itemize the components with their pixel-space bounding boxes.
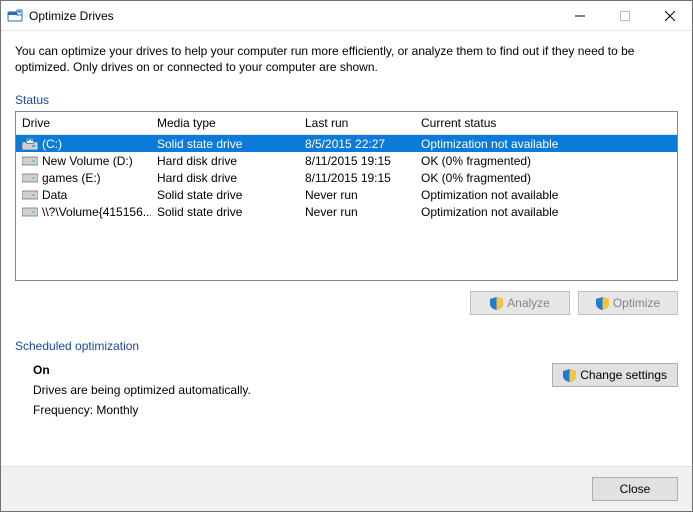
table-body: (C:)Solid state drive8/5/2015 22:27Optim… — [16, 135, 677, 220]
intro-text: You can optimize your drives to help you… — [15, 43, 678, 75]
drive-label: New Volume (D:) — [42, 154, 133, 168]
cell-media: Solid state drive — [151, 205, 299, 219]
analyze-label: Analyze — [507, 296, 550, 310]
col-header-status[interactable]: Current status — [415, 112, 677, 134]
scheduled-line1: Drives are being optimized automatically… — [33, 383, 532, 397]
cell-drive: New Volume (D:) — [16, 154, 151, 168]
cell-drive: games (E:) — [16, 171, 151, 185]
status-section-label: Status — [15, 93, 678, 107]
table-row[interactable]: New Volume (D:) Hard disk drive8/11/2015 … — [16, 152, 677, 169]
window-controls — [557, 1, 692, 30]
cell-status: Optimization not available — [415, 188, 677, 202]
scheduled-state: On — [33, 363, 532, 377]
cell-last: Never run — [299, 188, 415, 202]
shield-icon — [563, 369, 576, 382]
cell-last: 8/11/2015 19:15 — [299, 171, 415, 185]
scheduled-text: On Drives are being optimized automatica… — [33, 363, 532, 423]
scheduled-line2: Frequency: Monthly — [33, 403, 532, 417]
cell-status: OK (0% fragmented) — [415, 154, 677, 168]
action-row: Analyze Optimize — [15, 291, 678, 315]
drive-label: \\?\Volume{415156... — [42, 205, 151, 219]
shield-icon — [596, 297, 609, 310]
col-header-drive[interactable]: Drive — [16, 112, 151, 134]
drive-label: (C:) — [42, 137, 62, 151]
table-row[interactable]: \\?\Volume{415156...Solid state driveNev… — [16, 203, 677, 220]
optimize-button: Optimize — [578, 291, 678, 315]
cell-drive: Data — [16, 188, 151, 202]
scheduled-body: On Drives are being optimized automatica… — [15, 357, 678, 423]
cell-status: OK (0% fragmented) — [415, 171, 677, 185]
app-icon — [7, 8, 23, 24]
table-row[interactable]: games (E:) Hard disk drive8/11/2015 19:15… — [16, 169, 677, 186]
scheduled-label: Scheduled optimization — [15, 339, 678, 353]
col-header-media[interactable]: Media type — [151, 112, 299, 134]
drive-icon — [22, 189, 38, 201]
titlebar: Optimize Drives — [1, 1, 692, 31]
drive-icon — [22, 138, 38, 150]
maximize-button — [602, 1, 647, 30]
cell-last: 8/5/2015 22:27 — [299, 137, 415, 151]
cell-last: Never run — [299, 205, 415, 219]
cell-status: Optimization not available — [415, 205, 677, 219]
drive-icon — [22, 206, 38, 218]
cell-drive: \\?\Volume{415156... — [16, 205, 151, 219]
cell-media: Solid state drive — [151, 188, 299, 202]
drive-label: games (E:) — [42, 171, 101, 185]
drive-label: Data — [42, 188, 67, 202]
change-settings-button[interactable]: Change settings — [552, 363, 678, 387]
footer: Close — [1, 466, 692, 511]
cell-last: 8/11/2015 19:15 — [299, 154, 415, 168]
cell-status: Optimization not available — [415, 137, 677, 151]
close-dialog-button[interactable]: Close — [592, 477, 678, 501]
cell-drive: (C:) — [16, 137, 151, 151]
cell-media: Hard disk drive — [151, 154, 299, 168]
col-header-last[interactable]: Last run — [299, 112, 415, 134]
table-row[interactable]: (C:) Solid state drive8/5/2015 22:27Optim… — [16, 135, 677, 152]
content-area: You can optimize your drives to help you… — [1, 31, 692, 466]
drives-table[interactable]: Drive Media type Last run Current status… — [15, 111, 678, 281]
drive-icon — [22, 155, 38, 167]
table-row[interactable]: Data Solid state driveNever runOptimizati… — [16, 186, 677, 203]
minimize-button[interactable] — [557, 1, 602, 30]
analyze-button: Analyze — [470, 291, 570, 315]
window-title: Optimize Drives — [29, 9, 557, 23]
drive-icon — [22, 172, 38, 184]
shield-icon — [490, 297, 503, 310]
optimize-label: Optimize — [613, 296, 660, 310]
table-header: Drive Media type Last run Current status — [16, 112, 677, 135]
close-label: Close — [620, 482, 651, 496]
cell-media: Solid state drive — [151, 137, 299, 151]
scheduled-section: Scheduled optimization On Drives are bei… — [15, 339, 678, 423]
cell-media: Hard disk drive — [151, 171, 299, 185]
close-button[interactable] — [647, 1, 692, 30]
change-settings-label: Change settings — [580, 368, 667, 382]
